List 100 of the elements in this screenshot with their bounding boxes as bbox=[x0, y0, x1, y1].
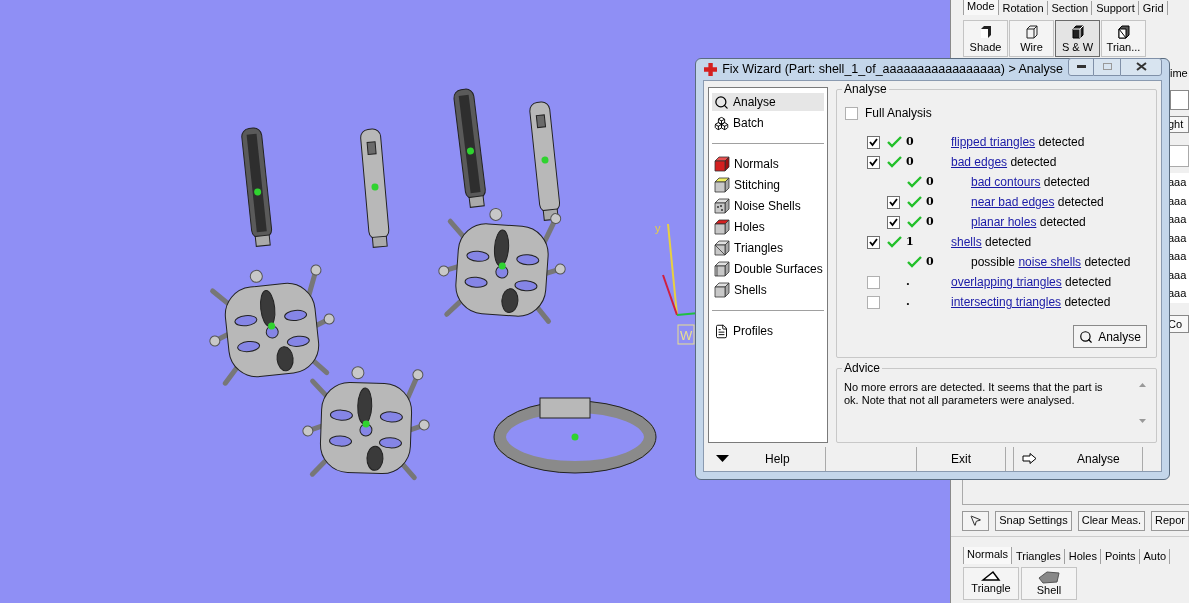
help-button[interactable]: Help bbox=[708, 446, 826, 471]
view-mode-button[interactable]: Trian... bbox=[1101, 20, 1146, 57]
analyse-button[interactable]: Analyse bbox=[1073, 325, 1147, 348]
checkbox-label: Full Analysis bbox=[865, 105, 932, 122]
result-count: 0 bbox=[926, 213, 935, 230]
boxes-icon bbox=[714, 115, 729, 131]
result-text: bad contours detected bbox=[971, 174, 1090, 191]
triangulated-cube-icon bbox=[1116, 24, 1131, 39]
step-item[interactable]: Stitching bbox=[712, 176, 824, 194]
cube-icon bbox=[714, 219, 730, 235]
result-link[interactable]: flipped triangles bbox=[951, 135, 1036, 149]
group-title: Analyse bbox=[842, 82, 889, 96]
checkbox[interactable] bbox=[867, 135, 880, 149]
result-link[interactable]: bad contours bbox=[971, 175, 1041, 189]
checkbox[interactable] bbox=[867, 275, 880, 289]
edit-button[interactable]: Triangle bbox=[963, 567, 1019, 600]
tab[interactable]: Grid bbox=[1139, 1, 1168, 15]
obscured-label: ime bbox=[1170, 66, 1189, 80]
result-text: overlapping triangles detected bbox=[951, 274, 1112, 291]
tab[interactable]: Rotation bbox=[999, 1, 1048, 15]
result-count: 0 bbox=[926, 193, 935, 210]
toolbar-button[interactable]: Snap Settings bbox=[995, 510, 1072, 531]
tab[interactable]: Auto bbox=[1140, 549, 1171, 564]
tab[interactable]: Section bbox=[1048, 1, 1093, 15]
result-text: shells detected bbox=[951, 234, 1032, 251]
result-text: possible noise shells detected bbox=[971, 254, 1131, 271]
arrow-right-icon bbox=[1022, 453, 1037, 464]
triangle-icon bbox=[981, 570, 1001, 582]
cursor-icon bbox=[969, 514, 983, 527]
toolbar-button[interactable]: Clear Meas. bbox=[1077, 510, 1146, 531]
toolbar-button[interactable]: Repor bbox=[1151, 510, 1189, 531]
tab[interactable]: Support bbox=[1093, 1, 1139, 15]
result-text: planar holes detected bbox=[971, 214, 1086, 231]
cube-icon bbox=[714, 177, 730, 193]
checkbox[interactable] bbox=[845, 106, 858, 120]
result-count: . bbox=[906, 273, 911, 290]
step-item[interactable]: Shells bbox=[712, 281, 824, 299]
result-link[interactable]: bad edges bbox=[951, 155, 1008, 169]
checkbox[interactable] bbox=[887, 215, 900, 229]
result-link[interactable]: noise shells bbox=[1018, 255, 1082, 269]
close-icon bbox=[1135, 62, 1147, 71]
result-link[interactable]: shells bbox=[951, 235, 982, 249]
dotted-cube-icon bbox=[714, 198, 730, 214]
step-item[interactable]: Profiles bbox=[712, 322, 824, 340]
step-item[interactable]: Batch bbox=[712, 114, 824, 132]
result-count: 0 bbox=[906, 133, 915, 150]
cube-icon bbox=[714, 156, 730, 172]
result-link[interactable]: near bad edges bbox=[971, 195, 1055, 209]
result-text: flipped triangles detected bbox=[951, 134, 1085, 151]
result-text: near bad edges detected bbox=[971, 194, 1104, 211]
axis-label: y bbox=[655, 222, 661, 234]
cube-icon bbox=[1070, 24, 1085, 39]
shaded-cube-icon bbox=[978, 24, 993, 39]
shell-icon bbox=[1037, 570, 1061, 584]
tab[interactable]: Normals bbox=[963, 547, 1012, 564]
result-count: 0 bbox=[926, 253, 935, 270]
checkbox[interactable] bbox=[867, 155, 880, 169]
cube-icon bbox=[714, 261, 730, 277]
step-item[interactable]: Holes bbox=[712, 218, 824, 236]
cube-icon bbox=[714, 240, 730, 256]
minimize-icon bbox=[1076, 65, 1086, 68]
view-mode-button[interactable]: S & W bbox=[1055, 20, 1100, 57]
result-link[interactable]: overlapping triangles bbox=[951, 275, 1062, 289]
step-item[interactable]: Noise Shells bbox=[712, 197, 824, 215]
scroll-down-icon bbox=[1139, 419, 1146, 424]
tab[interactable]: Triangles bbox=[1012, 549, 1065, 564]
result-text: bad edges detected bbox=[951, 154, 1057, 171]
step-item[interactable]: Analyse bbox=[712, 93, 824, 111]
view-mode-button[interactable]: Shade bbox=[963, 20, 1008, 57]
result-count: 1 bbox=[906, 233, 915, 250]
checkbox[interactable] bbox=[887, 195, 900, 209]
tab[interactable]: Points bbox=[1101, 549, 1140, 564]
pointer-button[interactable] bbox=[962, 510, 990, 531]
step-item[interactable]: Double Surfaces bbox=[712, 260, 824, 278]
search-icon bbox=[714, 94, 729, 110]
step-item[interactable]: Normals bbox=[712, 155, 824, 173]
result-count: . bbox=[906, 293, 911, 310]
obscured-button[interactable] bbox=[1170, 90, 1189, 110]
result-link[interactable]: intersecting triangles bbox=[951, 295, 1062, 309]
tab[interactable]: Holes bbox=[1065, 549, 1101, 564]
view-label: W bbox=[677, 324, 695, 345]
view-mode-button[interactable]: Wire bbox=[1009, 20, 1054, 57]
scroll-up-icon bbox=[1139, 383, 1146, 388]
checkbox[interactable] bbox=[867, 235, 880, 249]
result-text: intersecting triangles detected bbox=[951, 294, 1111, 311]
caret-down-icon bbox=[716, 455, 729, 462]
result-link[interactable]: planar holes bbox=[971, 215, 1037, 229]
cube-icon bbox=[714, 282, 730, 298]
wire-cube-icon bbox=[1024, 24, 1039, 39]
maximize-icon bbox=[1102, 63, 1112, 70]
checkbox[interactable] bbox=[867, 295, 880, 309]
step-item[interactable]: Triangles bbox=[712, 239, 824, 257]
cross-icon bbox=[704, 62, 718, 77]
search-icon bbox=[1079, 329, 1094, 344]
result-count: 0 bbox=[926, 173, 935, 190]
edit-button[interactable]: Shell bbox=[1021, 567, 1077, 600]
tab[interactable]: Mode bbox=[963, 0, 999, 15]
result-count: 0 bbox=[906, 153, 915, 170]
exit-button[interactable]: Exit bbox=[916, 446, 1006, 471]
next-button[interactable]: Analyse bbox=[1013, 446, 1143, 471]
